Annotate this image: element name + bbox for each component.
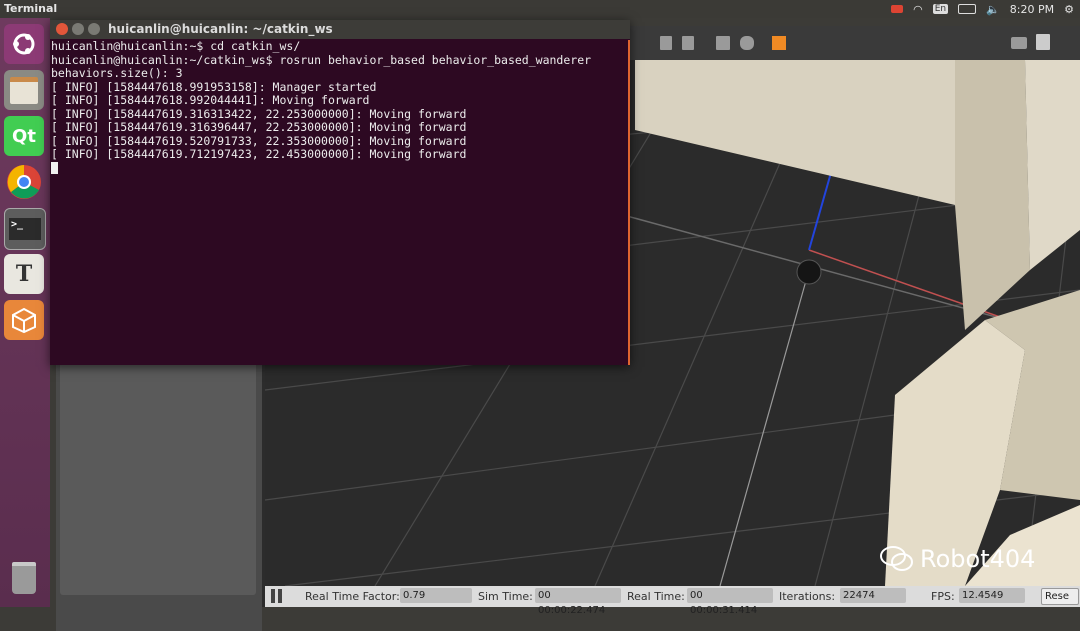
terminal-title: huicanlin@huicanlin: ~/catkin_ws bbox=[108, 22, 333, 36]
real-time-label: Real Time: bbox=[627, 590, 685, 603]
system-top-bar: Terminal ◠ En 🔈 8:20 PM ⚙ bbox=[0, 0, 1080, 18]
close-icon[interactable] bbox=[56, 23, 68, 35]
wechat-icon bbox=[880, 546, 913, 571]
terminal-line: [ INFO] [1584447618.992044441]: Moving f… bbox=[51, 93, 370, 107]
fps-value: 12.4549 bbox=[959, 588, 1025, 603]
terminal-line: [ INFO] [1584447619.712197423, 22.453000… bbox=[51, 147, 467, 161]
volume-icon[interactable]: 🔈 bbox=[986, 3, 1000, 16]
screenshot-icon[interactable] bbox=[1011, 34, 1027, 50]
clock[interactable]: 8:20 PM bbox=[1010, 3, 1054, 16]
launcher: Qt >_ T bbox=[0, 18, 50, 607]
sim-time-value: 00 00:00:22.474 bbox=[535, 588, 621, 616]
battery-icon[interactable] bbox=[958, 4, 977, 14]
terminal-titlebar[interactable]: huicanlin@huicanlin: ~/catkin_ws bbox=[50, 20, 630, 39]
view-angle-icon[interactable] bbox=[772, 34, 786, 50]
watermark-text: Robot404 bbox=[920, 545, 1036, 573]
iterations-value: 22474 bbox=[840, 588, 906, 603]
real-time-factor-label: Real Time Factor: bbox=[305, 590, 400, 603]
copy-icon[interactable] bbox=[660, 34, 672, 50]
reset-button[interactable]: Rese bbox=[1041, 588, 1079, 605]
terminal-line: huicanlin@huicanlin:~/catkin_ws$ rosrun … bbox=[51, 52, 592, 67]
log-icon[interactable] bbox=[1036, 34, 1050, 50]
active-app-title: Terminal bbox=[4, 2, 58, 15]
chrome-icon[interactable] bbox=[4, 162, 44, 202]
terminal-window[interactable]: huicanlin@huicanlin: ~/catkin_ws huicanl… bbox=[50, 20, 630, 365]
terminal-cursor-line bbox=[51, 161, 628, 176]
terminal-line: behaviors.size(): 3 bbox=[51, 66, 183, 80]
gazebo-status-bar: Real Time Factor: 0.79 Sim Time: 00 00:0… bbox=[265, 586, 1080, 616]
terminal-line: [ INFO] [1584447619.316396447, 22.253000… bbox=[51, 120, 467, 134]
real-time-value: 00 00:00:31.414 bbox=[687, 588, 773, 616]
fps-label: FPS: bbox=[931, 590, 955, 603]
files-icon[interactable] bbox=[4, 70, 44, 110]
record-icon[interactable] bbox=[891, 5, 904, 13]
system-tray: ◠ En 🔈 8:20 PM ⚙ bbox=[891, 1, 1074, 17]
text-cursor bbox=[51, 161, 58, 174]
snap-icon[interactable] bbox=[740, 34, 754, 50]
gazebo-icon[interactable] bbox=[4, 300, 44, 340]
terminal-line: [ INFO] [1584447619.316313422, 22.253000… bbox=[51, 106, 467, 121]
gear-icon[interactable]: ⚙ bbox=[1064, 3, 1074, 16]
qt-icon[interactable]: Qt bbox=[4, 116, 44, 156]
minimize-icon[interactable] bbox=[72, 23, 84, 35]
real-time-factor-value: 0.79 bbox=[400, 588, 472, 603]
terminal-line: [ INFO] [1584447618.991953158]: Manager … bbox=[51, 79, 377, 94]
terminal-line: huicanlin@huicanlin:~$ cd catkin_ws/ bbox=[51, 39, 301, 53]
terminal-output[interactable]: huicanlin@huicanlin:~$ cd catkin_ws/huic… bbox=[51, 39, 630, 365]
iterations-label: Iterations: bbox=[779, 590, 836, 603]
align-icon[interactable] bbox=[716, 34, 730, 50]
sim-time-label: Sim Time: bbox=[478, 590, 533, 603]
wifi-icon[interactable]: ◠ bbox=[913, 3, 923, 16]
property-panel bbox=[60, 360, 256, 595]
keyboard-language[interactable]: En bbox=[932, 4, 949, 14]
paste-icon[interactable] bbox=[682, 34, 694, 50]
terminal-icon[interactable]: >_ bbox=[4, 208, 46, 250]
text-editor-icon[interactable]: T bbox=[4, 254, 44, 294]
trash-icon[interactable] bbox=[4, 558, 44, 598]
pause-button[interactable] bbox=[271, 589, 283, 603]
watermark: Robot404 bbox=[880, 545, 1035, 573]
ubuntu-icon[interactable] bbox=[4, 24, 44, 64]
terminal-line: [ INFO] [1584447619.520791733, 22.353000… bbox=[51, 133, 467, 148]
maximize-icon[interactable] bbox=[88, 23, 100, 35]
